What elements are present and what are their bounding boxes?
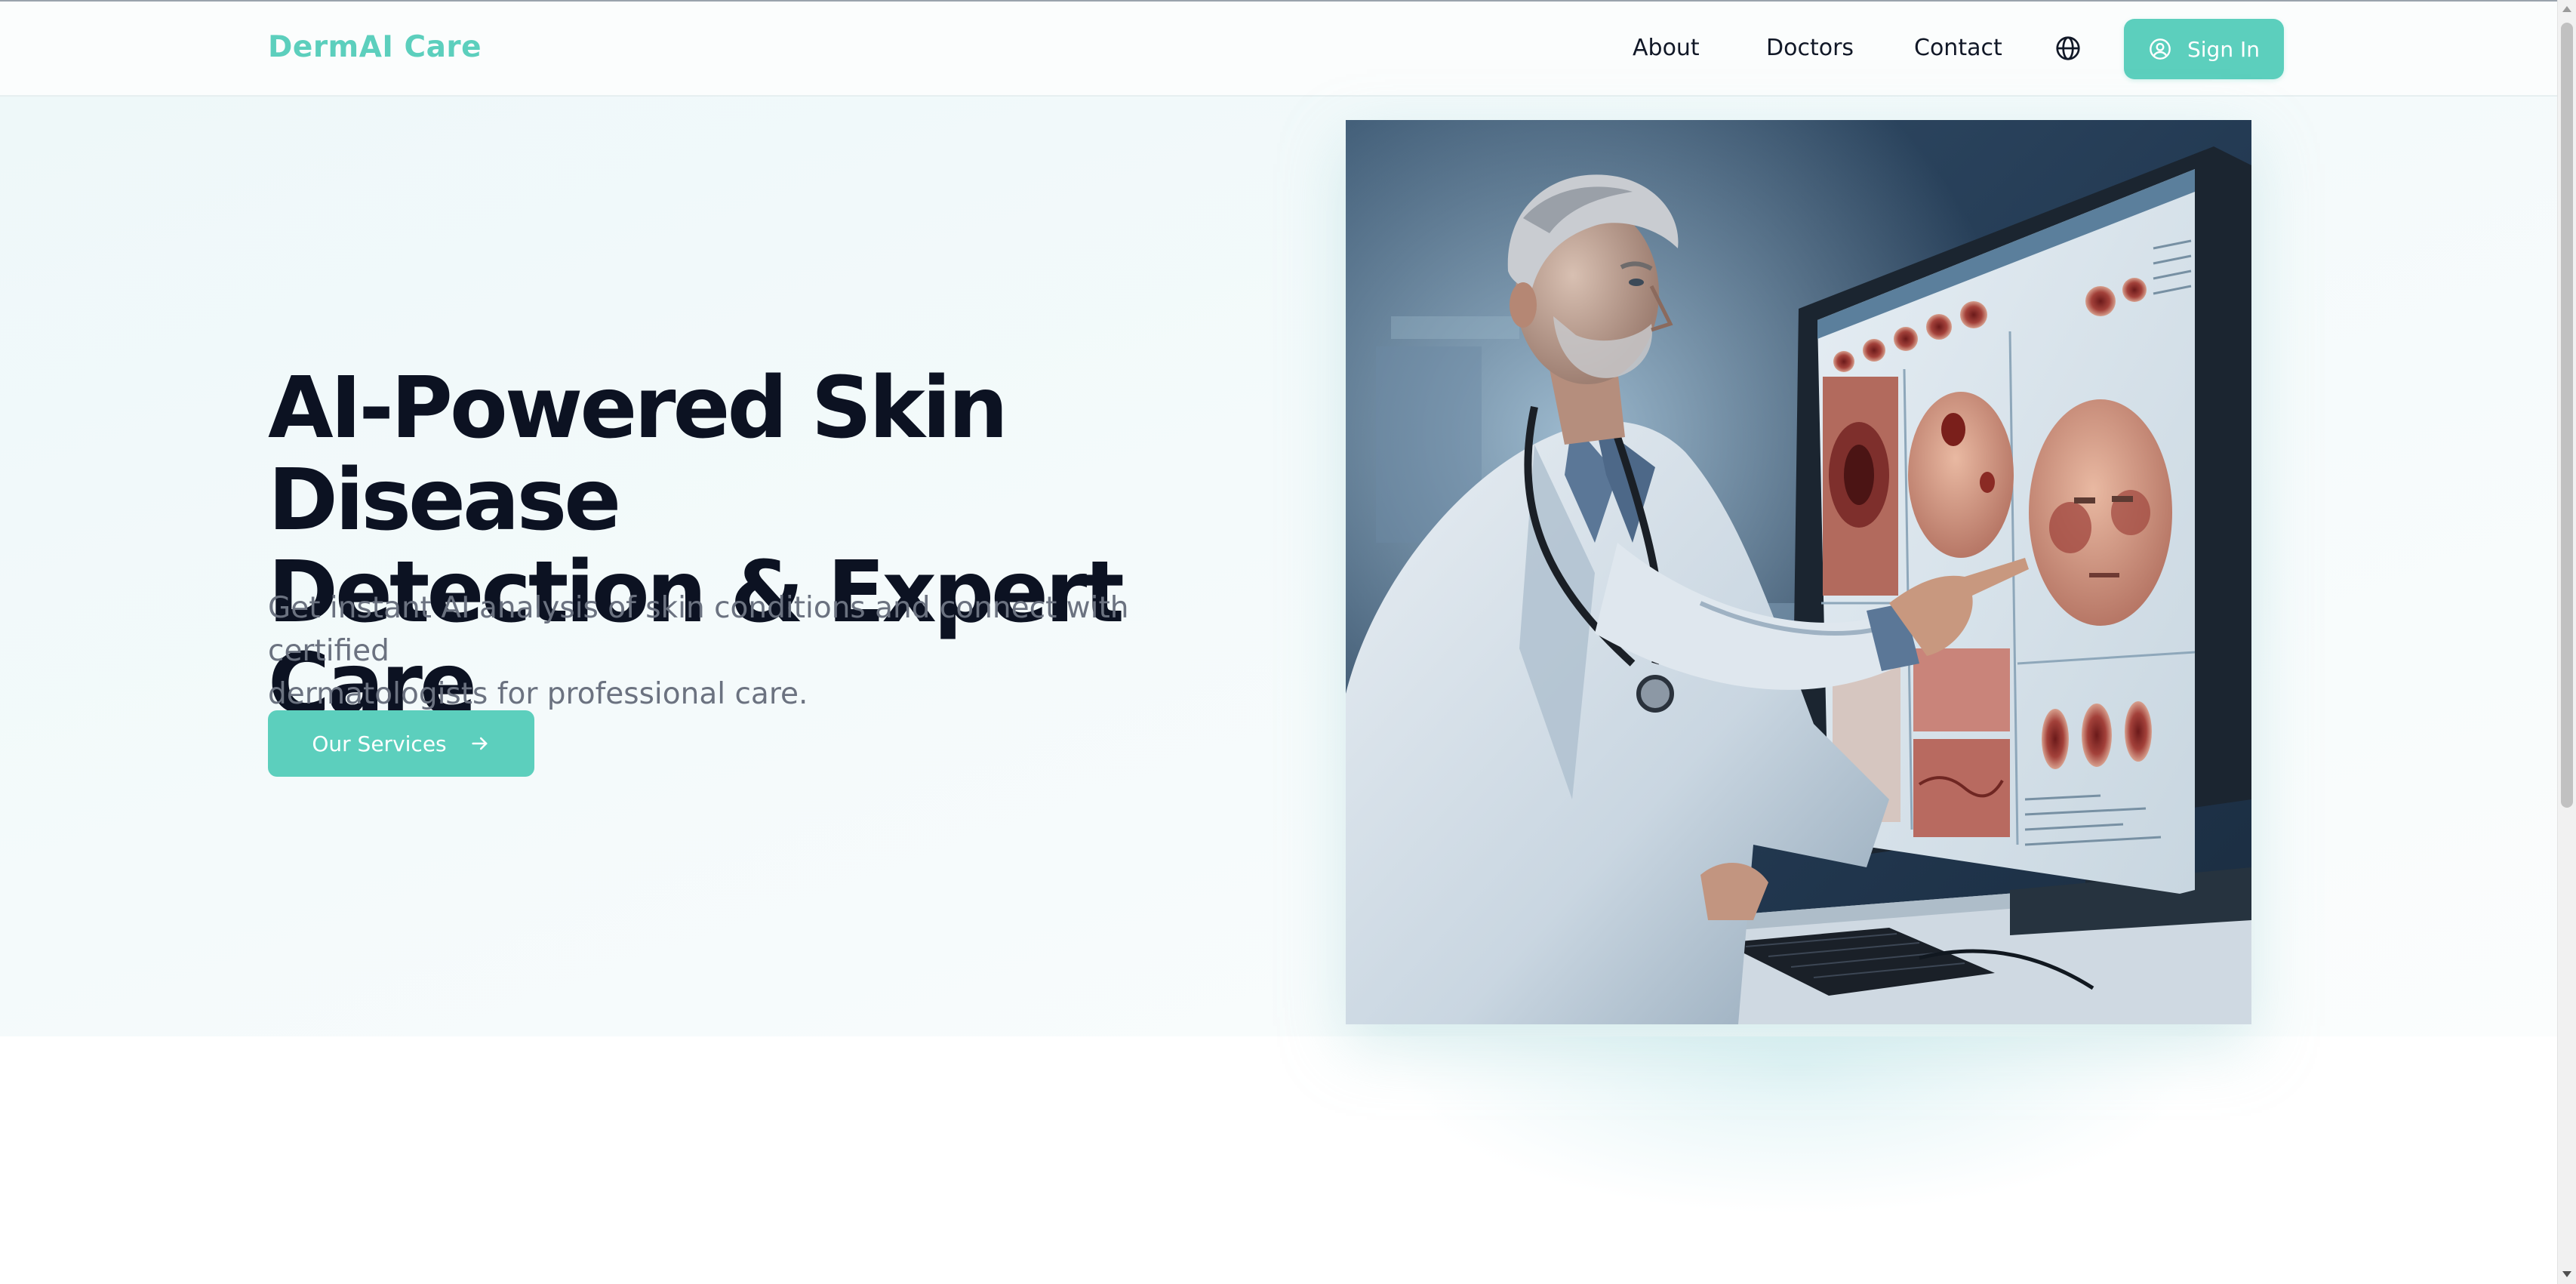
sign-in-label: Sign In	[2187, 36, 2260, 62]
hero-title-line-1: AI-Powered Skin Disease	[268, 359, 1008, 550]
user-circle-icon	[2148, 37, 2172, 61]
hero-doctor-image	[1346, 120, 2251, 1024]
globe-icon[interactable]	[2054, 35, 2082, 62]
hero-subtitle-line-2: dermatologists for professional care.	[268, 677, 808, 711]
scroll-up-arrow-icon[interactable]	[2562, 6, 2571, 12]
our-services-button[interactable]: Our Services	[268, 710, 534, 777]
arrow-right-icon	[469, 733, 491, 754]
page-scrollbar[interactable]	[2557, 0, 2576, 1284]
nav-link-doctors[interactable]: Doctors	[1766, 35, 1854, 61]
site-header: DermAI Care About Doctors Contact Sign I…	[0, 2, 2557, 97]
scroll-thumb[interactable]	[2561, 23, 2573, 808]
sign-in-button[interactable]: Sign In	[2124, 19, 2284, 79]
brand-logo[interactable]: DermAI Care	[268, 30, 482, 64]
our-services-label: Our Services	[312, 731, 447, 756]
hero-subtitle: Get instant AI analysis of skin conditio…	[268, 587, 1249, 716]
hero-subtitle-line-1: Get instant AI analysis of skin conditio…	[268, 591, 1129, 668]
nav-link-contact[interactable]: Contact	[1914, 35, 2002, 61]
below-hero-area	[0, 1036, 2557, 1284]
nav-link-about[interactable]: About	[1633, 35, 1700, 61]
page: DermAI Care About Doctors Contact Sign I…	[0, 0, 2576, 1284]
scroll-down-arrow-icon[interactable]	[2562, 1271, 2571, 1277]
